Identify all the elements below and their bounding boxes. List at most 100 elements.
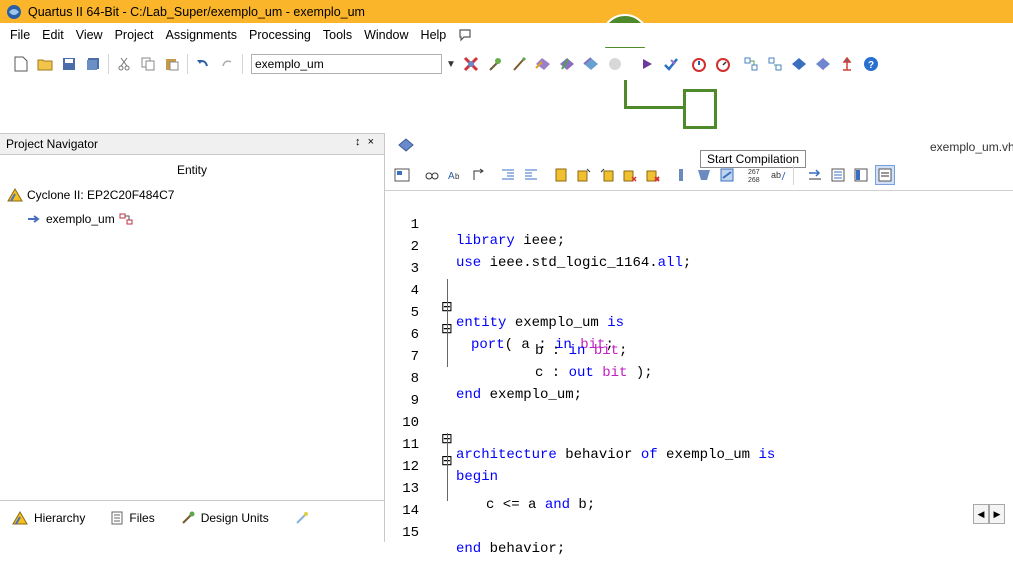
fold-guide xyxy=(447,279,448,367)
combo-dropdown-icon[interactable]: ▼ xyxy=(446,59,456,70)
project-combo-value: exemplo_um xyxy=(255,57,324,71)
replace-icon[interactable]: Ab xyxy=(446,166,464,184)
code-line: 4 ⊟ entity exemplo_um is xyxy=(410,283,625,331)
copy-icon[interactable] xyxy=(139,55,157,73)
decrease-indent-icon[interactable] xyxy=(499,166,517,184)
svg-text:b: b xyxy=(455,172,460,181)
analysis-icon[interactable] xyxy=(534,55,552,73)
panel-controls[interactable]: ↕ × xyxy=(355,136,376,148)
fitter-icon[interactable] xyxy=(582,55,600,73)
uncomment-icon[interactable] xyxy=(695,166,713,184)
files-icon xyxy=(111,511,123,525)
find-icon[interactable] xyxy=(423,166,441,184)
menu-tools[interactable]: Tools xyxy=(323,28,352,42)
device-warning-icon xyxy=(7,188,23,202)
device-tree-item[interactable]: Cyclone II: EP2C20F484C7 xyxy=(7,188,174,202)
toolbar-separator xyxy=(242,54,243,74)
device-label: Cyclone II: EP2C20F484C7 xyxy=(27,188,175,202)
line-numbers-icon[interactable]: 267 268 xyxy=(746,166,764,184)
editor-header xyxy=(385,133,1013,157)
menu-file[interactable]: File xyxy=(10,28,30,42)
signaltap-icon[interactable] xyxy=(838,55,856,73)
code-line: 2 use ieee.std_logic_1164.all; xyxy=(410,239,692,271)
template-list-icon[interactable] xyxy=(829,166,847,184)
synthesis-icon[interactable] xyxy=(558,55,576,73)
spell-check-icon[interactable]: ab xyxy=(769,166,787,184)
comment-icon[interactable] xyxy=(672,166,690,184)
menu-window[interactable]: Window xyxy=(364,28,408,42)
help-pointer-icon[interactable] xyxy=(458,28,472,42)
code-line: 8 end exemplo_um; xyxy=(410,371,583,403)
template-split-icon[interactable] xyxy=(852,166,870,184)
code-line: 10 ⊟ architecture behavior of exemplo_um… xyxy=(402,415,776,463)
tab-hierarchy[interactable]: Hierarchy xyxy=(12,511,85,525)
netlist-icon[interactable] xyxy=(742,55,760,73)
start-compilation-highlight xyxy=(683,89,717,129)
menu-processing[interactable]: Processing xyxy=(249,28,311,42)
open-folder-icon[interactable] xyxy=(36,55,54,73)
chip-planner-icon[interactable] xyxy=(814,55,832,73)
hierarchy-icon xyxy=(119,213,133,225)
cut-icon[interactable] xyxy=(115,55,133,73)
code-editor[interactable]: 1 library ieee; 2 use ieee.std_logic_116… xyxy=(385,195,1013,557)
menu-edit[interactable]: Edit xyxy=(42,28,64,42)
timing-analyzer-icon[interactable] xyxy=(690,55,708,73)
help-icon[interactable]: ? xyxy=(862,55,880,73)
tab-design-units-label: Design Units xyxy=(200,511,269,525)
svg-text:A: A xyxy=(448,171,455,182)
arrow-right-icon xyxy=(28,215,40,223)
goto-line-icon[interactable] xyxy=(469,166,487,184)
save-all-icon[interactable] xyxy=(84,55,102,73)
code-line: 15 end behavior; xyxy=(402,525,566,557)
code-line: 9 xyxy=(410,393,419,409)
settings-x-icon[interactable] xyxy=(462,55,480,73)
tab-design-units[interactable]: Design Units xyxy=(181,511,269,525)
svg-text:?: ? xyxy=(868,60,874,71)
navigator-tabs: Hierarchy Files Design Units xyxy=(0,500,384,535)
redo-icon[interactable] xyxy=(218,55,236,73)
pin-planner-icon[interactable] xyxy=(486,55,504,73)
toolbar-separator xyxy=(793,165,794,185)
editor-document-icon xyxy=(398,138,414,152)
svg-text:268: 268 xyxy=(748,177,760,183)
template-active-icon[interactable] xyxy=(875,165,895,185)
brush-icon[interactable] xyxy=(510,55,528,73)
menu-view[interactable]: View xyxy=(76,28,103,42)
bookmark-icon[interactable] xyxy=(552,166,570,184)
bookmark-next-icon[interactable] xyxy=(575,166,593,184)
bookmark-prev-icon[interactable] xyxy=(598,166,616,184)
editor-file-tab[interactable]: exemplo_um.vhd xyxy=(930,140,1013,154)
bookmark-clear-icon[interactable] xyxy=(621,166,639,184)
programmer-icon[interactable] xyxy=(790,55,808,73)
increase-indent-icon[interactable] xyxy=(522,166,540,184)
bookmark-delete-icon[interactable] xyxy=(644,166,662,184)
code-line: 1 library ieee; xyxy=(410,217,566,249)
entity-column-header[interactable]: Entity xyxy=(0,163,384,177)
stop-icon[interactable] xyxy=(606,55,624,73)
code-line: 7 c : out bit ); xyxy=(410,349,653,381)
timequest-icon[interactable] xyxy=(714,55,732,73)
tab-more[interactable] xyxy=(295,511,309,525)
menu-assignments[interactable]: Assignments xyxy=(165,28,237,42)
hierarchy-warning-icon xyxy=(12,511,28,525)
project-combo[interactable]: exemplo_um xyxy=(251,54,442,74)
tab-files[interactable]: Files xyxy=(111,511,155,525)
save-icon[interactable] xyxy=(60,55,78,73)
code-line: 11 ⊟ begin xyxy=(402,437,499,485)
insert-arrow-icon[interactable] xyxy=(806,166,824,184)
entity-tree-item[interactable]: exemplo_um xyxy=(27,212,133,226)
design-units-icon xyxy=(181,511,195,524)
rtl-viewer-icon[interactable] xyxy=(766,55,784,73)
paste-icon[interactable] xyxy=(163,55,181,73)
compile-check-icon[interactable] xyxy=(662,55,680,73)
start-compilation-icon[interactable] xyxy=(638,55,656,73)
new-file-icon[interactable] xyxy=(12,55,30,73)
wand-icon xyxy=(296,512,308,524)
title-bar: Quartus II 64-Bit - C:/Lab_Super/exemplo… xyxy=(0,0,1013,23)
undo-icon[interactable] xyxy=(194,55,212,73)
menu-project[interactable]: Project xyxy=(115,28,154,42)
format-icon[interactable] xyxy=(718,166,736,184)
editor-template-icon[interactable] xyxy=(393,166,411,184)
menu-help[interactable]: Help xyxy=(421,28,447,42)
callout-connector xyxy=(624,106,684,109)
